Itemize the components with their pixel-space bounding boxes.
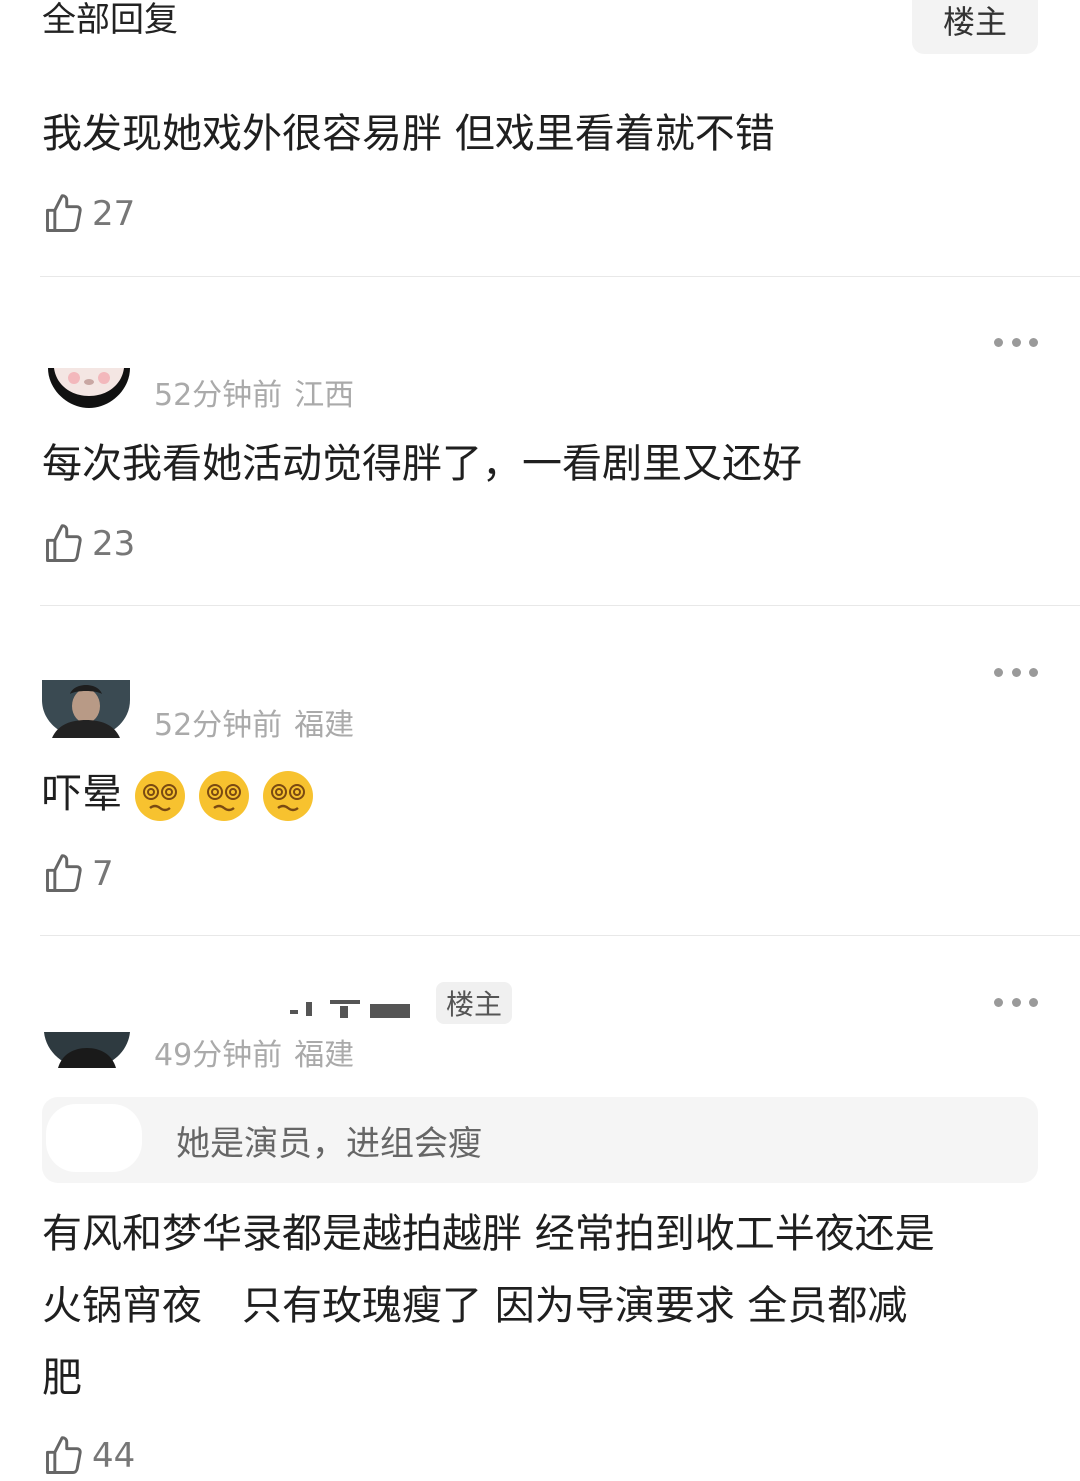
more-dots-icon [994,337,1003,347]
comment-text: 我发现她戏外很容易胖 但戏里看着就不错 [42,111,775,157]
location: 江西 [294,378,355,413]
more-dot [1029,337,1038,347]
more-options-button[interactable] [994,336,1038,348]
dizzy-face-icon [135,771,185,821]
like-count: 23 [92,524,136,564]
comment-text-line: 有风和梦华录都是越拍越胖 经常拍到收工半夜还是 [42,1211,935,1257]
timestamp: 52分钟前 [154,378,283,413]
more-options-button[interactable] [994,996,1038,1008]
more-dot [1029,997,1038,1007]
like-button[interactable]: 7 [42,850,114,898]
page-title: 全部回复 [42,0,178,40]
thumbs-up-icon [46,524,82,562]
thumbs-up-icon [46,854,82,892]
timestamp: 52分钟前 [154,708,283,743]
comment-text-line: 肥 [42,1355,82,1401]
comment-meta: 49分钟前 福建 [154,1030,354,1074]
quoted-username-redacted [46,1104,142,1172]
op-only-filter-button[interactable]: 楼主 [912,0,1038,54]
more-dots-icon [994,667,1003,677]
username-redacted [290,996,416,1020]
dizzy-face-icon [199,771,249,821]
comment-meta: 52分钟前 福建 [154,700,354,744]
divider [40,935,1080,936]
like-count: 27 [92,194,136,234]
more-dot [1011,667,1021,677]
comment-text: 吓晕 [42,758,314,830]
more-options-button[interactable] [994,666,1038,678]
divider [40,605,1080,606]
more-dot [1029,667,1038,677]
quoted-text: 她是演员，进组会瘦 [176,1124,482,1164]
comment-text: 每次我看她活动觉得胖了，一看剧里又还好 [42,441,802,487]
like-count: 44 [92,1436,136,1476]
comment-text-line: 火锅宵夜 只有玫瑰瘦了 因为导演要求 全员都减 [42,1283,908,1329]
like-count: 7 [92,854,114,894]
like-button[interactable]: 27 [42,190,135,238]
more-dot [1011,337,1021,347]
thumbs-up-icon [46,1436,82,1474]
timestamp: 49分钟前 [154,1038,283,1073]
op-badge: 楼主 [436,982,512,1024]
location: 福建 [294,1038,355,1073]
thumbs-up-icon [46,194,82,232]
like-button[interactable]: 23 [42,520,135,568]
like-button[interactable]: 44 [42,1432,135,1480]
avatar[interactable] [44,1032,130,1068]
more-dot [1011,997,1021,1007]
divider [40,276,1080,277]
location: 福建 [294,708,355,743]
avatar[interactable] [42,680,130,738]
comment-meta: 52分钟前 江西 [154,370,354,414]
more-dots-icon [994,997,1003,1007]
dizzy-face-icon [263,771,313,821]
comment-text-content: 吓晕 [42,771,122,817]
avatar[interactable] [48,368,130,408]
